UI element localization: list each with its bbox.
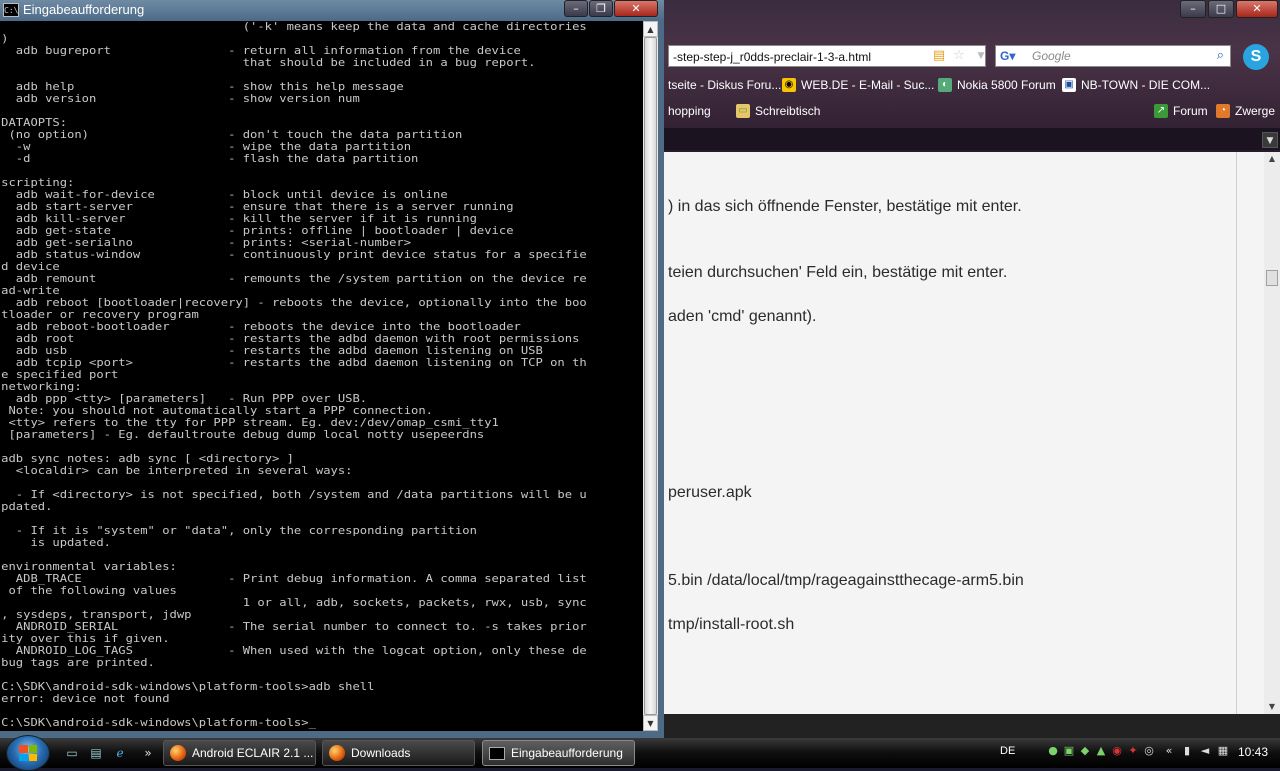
skype-icon[interactable]: S bbox=[1243, 44, 1269, 70]
tray-icon[interactable]: ▣ bbox=[1062, 744, 1076, 758]
close-button[interactable]: ✕ bbox=[614, 0, 658, 17]
cmd-window-controls: – ❐ ✕ bbox=[564, 0, 658, 17]
bookmark-nbtown[interactable]: ▣ NB-TOWN - DIE COM... bbox=[1062, 78, 1210, 92]
forum-icon: ↗ bbox=[1154, 104, 1168, 118]
taskbar: ▭ ▤ ℯ » Android ECLAIR 2.1 ... Downloads… bbox=[0, 735, 1280, 771]
scroll-down-arrow[interactable]: ▼ bbox=[643, 715, 658, 731]
cmd-window: C:\ Eingabeaufforderung – ❐ ✕ ('-k' mean… bbox=[0, 0, 664, 738]
chevron-down-icon[interactable]: ▼ bbox=[972, 46, 990, 66]
tray-icon[interactable]: ◎ bbox=[1142, 744, 1156, 758]
console-output[interactable]: ('-k' means keep the data and cache dire… bbox=[0, 21, 643, 731]
tray-icon[interactable]: ◆ bbox=[1078, 744, 1092, 758]
search-icon[interactable]: ⌕ bbox=[1217, 48, 1224, 63]
minimize-button[interactable]: – bbox=[564, 0, 588, 17]
star-icon[interactable]: ☆ bbox=[950, 46, 968, 66]
bookmark-zwerge[interactable]: ◔ Zwerge bbox=[1216, 104, 1275, 118]
taskbar-button-firefox[interactable]: Android ECLAIR 2.1 ... bbox=[163, 740, 316, 766]
minimize-button[interactable]: – bbox=[1180, 0, 1206, 18]
zwerge-icon: ◔ bbox=[1216, 104, 1230, 118]
content-line: ) in das sich öffnende Fenster, bestätig… bbox=[668, 198, 1022, 215]
scroll-thumb[interactable] bbox=[644, 37, 657, 715]
maximize-button[interactable]: □ bbox=[1208, 0, 1234, 18]
maximize-button[interactable]: ❐ bbox=[589, 0, 613, 17]
folder-icon: ▭ bbox=[736, 104, 750, 118]
tray-icon[interactable]: ▦ bbox=[1216, 744, 1230, 758]
show-hidden-icons-icon[interactable]: « bbox=[1162, 744, 1176, 758]
quicklaunch-overflow-icon[interactable]: » bbox=[140, 745, 156, 761]
volume-icon[interactable]: ◄ bbox=[1198, 744, 1212, 758]
clock[interactable]: 10:43 bbox=[1238, 745, 1268, 759]
cmd-title-bar[interactable]: C:\ Eingabeaufforderung – ❐ ✕ bbox=[0, 0, 664, 21]
internet-explorer-icon[interactable]: ℯ bbox=[112, 745, 128, 761]
bookmark-shopping[interactable]: hopping bbox=[668, 104, 711, 118]
tray-icon[interactable]: ◉ bbox=[1110, 744, 1124, 758]
page-content: ) in das sich öffnende Fenster, bestätig… bbox=[660, 152, 1264, 714]
tab-list-dropdown[interactable]: ▼ bbox=[1262, 132, 1278, 148]
cmd-icon: C:\ bbox=[3, 3, 19, 17]
start-button[interactable] bbox=[6, 735, 50, 771]
bookmark-webde[interactable]: ◉ WEB.DE - E-Mail - Suc... bbox=[782, 78, 934, 92]
scroll-up-arrow[interactable]: ▲ bbox=[643, 21, 658, 37]
bookmark-forum[interactable]: ↗ Forum bbox=[1154, 104, 1208, 118]
taskbar-button-cmd[interactable]: Eingabeaufforderung bbox=[482, 740, 635, 766]
console-text: ('-k' means keep the data and cache dire… bbox=[1, 21, 587, 729]
google-icon[interactable]: G▾ bbox=[1000, 49, 1018, 63]
scroll-down-arrow[interactable]: ▼ bbox=[1264, 700, 1280, 714]
content-line: teien durchsuchen' Feld ein, bestätige m… bbox=[668, 264, 1008, 281]
tray-icon[interactable]: ▮ bbox=[1180, 744, 1194, 758]
content-divider bbox=[1236, 152, 1237, 714]
nbtown-icon: ▣ bbox=[1062, 78, 1076, 92]
windows-logo-icon bbox=[19, 745, 37, 761]
search-field[interactable]: G▾ Google ⌕ bbox=[995, 45, 1231, 67]
switch-windows-icon[interactable]: ▤ bbox=[88, 745, 104, 761]
bookmark-schreibtisch[interactable]: ▭ Schreibtisch bbox=[736, 104, 820, 118]
bookmark-nokia[interactable]: ◐ Nokia 5800 Forum bbox=[938, 78, 1056, 92]
scroll-thumb[interactable] bbox=[1266, 270, 1278, 286]
content-line: tmp/install-root.sh bbox=[668, 616, 795, 633]
content-line: 5.bin /data/local/tmp/rageagainstthecage… bbox=[668, 572, 1024, 589]
bookmark-diskus[interactable]: tseite - Diskus Foru... bbox=[668, 78, 781, 92]
firefox-icon bbox=[170, 745, 186, 761]
webde-icon: ◉ bbox=[782, 78, 796, 92]
console-scrollbar[interactable]: ▲ ▼ bbox=[643, 21, 658, 731]
tray-icon[interactable]: ▲ bbox=[1094, 744, 1108, 758]
taskbar-button-downloads[interactable]: Downloads bbox=[322, 740, 475, 766]
cmd-icon bbox=[489, 746, 505, 760]
scroll-up-arrow[interactable]: ▲ bbox=[1264, 152, 1280, 166]
status-bar bbox=[660, 714, 1280, 738]
language-indicator[interactable]: DE bbox=[1000, 745, 1015, 757]
show-desktop-icon[interactable]: ▭ bbox=[64, 745, 80, 761]
browser-window: – □ ✕ -step-step-j_r0dds-preclair-1-3-a.… bbox=[660, 0, 1280, 738]
content-line: aden 'cmd' genannt). bbox=[668, 308, 817, 325]
content-line: peruser.apk bbox=[668, 484, 752, 501]
rss-icon[interactable]: ▤ bbox=[930, 46, 948, 66]
firefox-icon bbox=[329, 745, 345, 761]
network-icon[interactable]: ● bbox=[1046, 744, 1060, 758]
window-title: Eingabeaufforderung bbox=[23, 2, 145, 17]
close-button[interactable]: ✕ bbox=[1236, 0, 1278, 18]
browser-window-controls: – □ ✕ bbox=[1180, 0, 1278, 18]
search-placeholder: Google bbox=[1032, 49, 1071, 63]
tray-icon[interactable]: ✦ bbox=[1126, 744, 1140, 758]
nokia-icon: ◐ bbox=[938, 78, 952, 92]
tab-strip bbox=[660, 128, 1280, 150]
page-scrollbar[interactable]: ▲ ▼ bbox=[1264, 152, 1280, 714]
